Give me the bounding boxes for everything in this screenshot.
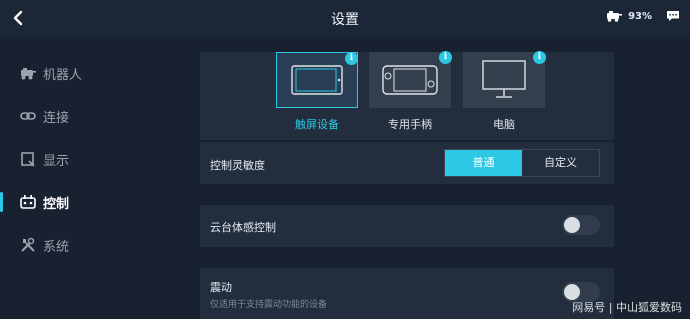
sidebar-item-control[interactable]: 控制	[0, 182, 190, 222]
robot-status-icon	[607, 10, 623, 22]
vibration-row	[200, 268, 614, 319]
page-title: 设置	[331, 12, 359, 28]
device-label-touchscreen: 触屏设备	[295, 118, 339, 131]
sidebar-item-system[interactable]: 系统	[0, 225, 190, 265]
sensitivity-option-normal[interactable]: 普通	[445, 150, 522, 176]
sidebar-item-label: 机器人	[43, 68, 83, 83]
controller-icon	[20, 195, 36, 209]
sidebar-item-display[interactable]: 显示	[0, 139, 190, 179]
chat-icon[interactable]	[666, 10, 680, 22]
device-label-computer: 电脑	[493, 118, 515, 131]
sensitivity-option-custom[interactable]: 自定义	[522, 150, 599, 176]
status-area: 93%	[606, 10, 680, 22]
sidebar-item-robot[interactable]: 机器人	[0, 53, 190, 93]
sidebar-item-label: 控制	[43, 197, 70, 212]
vibration-label: 震动	[210, 281, 232, 294]
gimbal-motion-toggle[interactable]	[562, 215, 600, 235]
device-option-gamepad[interactable]: i	[369, 51, 452, 108]
display-icon	[21, 152, 35, 167]
info-icon[interactable]: i	[533, 51, 546, 64]
sidebar-item-label: 连接	[43, 111, 70, 126]
toggle-knob	[564, 217, 580, 233]
device-option-computer[interactable]: i	[463, 51, 546, 108]
gimbal-motion-label: 云台体感控制	[210, 221, 276, 234]
sidebar-item-label: 系统	[43, 240, 70, 255]
device-label-gamepad: 专用手柄	[388, 118, 432, 131]
sensitivity-label: 控制灵敏度	[210, 159, 265, 172]
info-icon[interactable]: i	[345, 52, 358, 65]
toggle-knob	[564, 284, 580, 300]
robot-icon	[21, 68, 36, 80]
active-indicator	[0, 192, 3, 212]
watermark-text: 网易号 | 中山狐爱数码	[572, 301, 682, 314]
info-icon[interactable]: i	[439, 51, 452, 64]
sensitivity-segmented-control: 普通 自定义	[444, 149, 600, 177]
sidebar-item-label: 显示	[43, 154, 70, 169]
top-bar: 设置 93%	[0, 0, 690, 36]
link-icon	[20, 112, 36, 120]
tools-icon	[21, 237, 35, 252]
sidebar-item-connection[interactable]: 连接	[0, 96, 190, 136]
device-option-touchscreen[interactable]: i	[276, 52, 358, 108]
vibration-note: 仅适用于支持震动功能的设备	[210, 300, 328, 310]
battery-percentage: 93%	[628, 10, 652, 22]
settings-sidebar: 机器人 连接 显示 控制 系统	[0, 36, 190, 319]
